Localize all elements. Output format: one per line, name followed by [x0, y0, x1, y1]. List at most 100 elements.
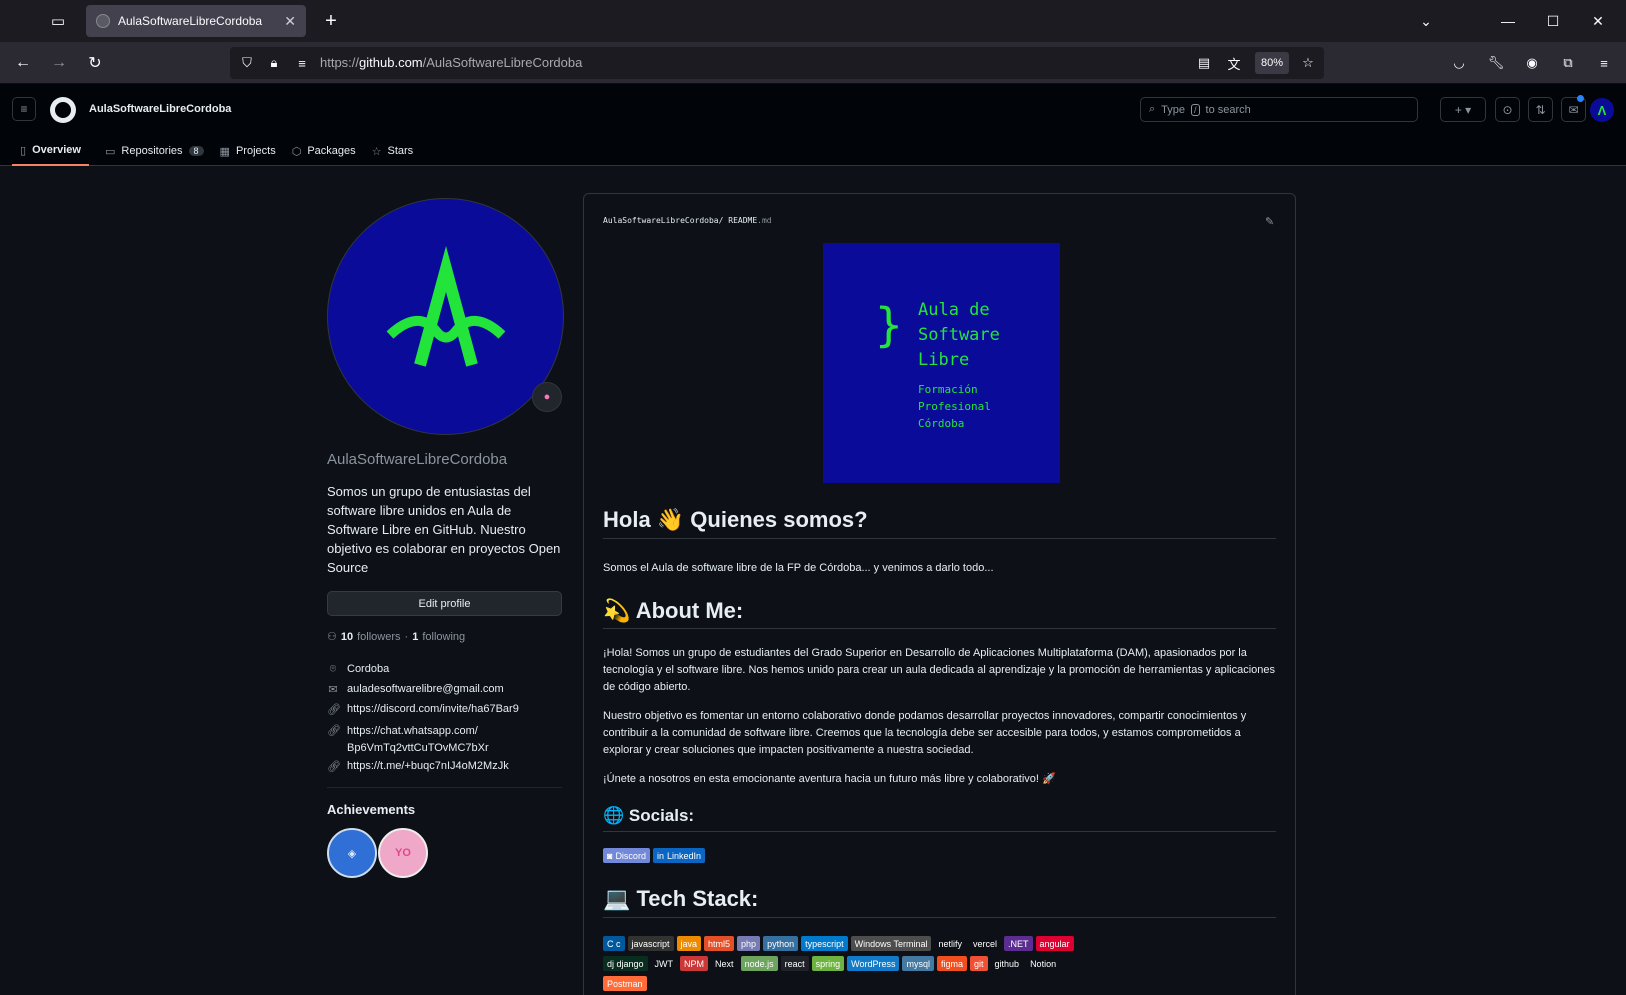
browser-tab[interactable]: AulaSoftwareLibreCordoba ✕ [86, 5, 306, 37]
tech-badge[interactable]: WordPress [847, 956, 900, 971]
tech-badge[interactable]: node.js [740, 956, 778, 971]
create-new-button[interactable]: + ▾ [1440, 97, 1486, 122]
achievement-yolo-icon[interactable]: YO [378, 828, 428, 878]
tech-badge[interactable]: github [990, 956, 1024, 971]
location-icon: ⌾ [329, 663, 337, 675]
heading-about: 💫 About Me: [603, 598, 744, 623]
translate-icon[interactable]: 文 [1224, 53, 1244, 73]
socials-badges: ◙ Discord in LinkedIn [603, 848, 705, 863]
linkedin-badge[interactable]: in LinkedIn [652, 848, 705, 863]
profile-username: AulaSoftwareLibreCordoba [327, 451, 508, 468]
profile-bio: Somos un grupo de entusiastas del softwa… [327, 484, 561, 575]
reload-icon[interactable]: ↻ [81, 49, 109, 77]
achievements-title: Achievements [327, 802, 416, 817]
tech-badge[interactable]: mysql [902, 956, 934, 971]
tech-badge[interactable]: Windows Terminal [850, 936, 932, 951]
lock-icon[interactable]: 🔒︎ [264, 53, 284, 73]
tab-list-icon[interactable]: ▭ [40, 8, 76, 34]
tech-badge[interactable]: netlify [934, 936, 966, 951]
tech-badge[interactable]: dj django [603, 956, 648, 971]
divider [603, 917, 1276, 918]
divider [603, 538, 1276, 539]
tech-badge[interactable]: python [763, 936, 799, 951]
list-all-tabs-icon[interactable]: ⌄ [1411, 8, 1441, 34]
tech-badge[interactable]: vercel [969, 936, 1002, 951]
close-tab-icon[interactable]: ✕ [284, 13, 296, 30]
tech-badge[interactable]: NPM [680, 956, 709, 971]
new-tab-icon[interactable]: + [318, 8, 344, 34]
status-emoji-icon[interactable]: ● [532, 382, 562, 412]
close-window-icon[interactable]: ✕ [1583, 8, 1613, 34]
tech-badge[interactable]: react [780, 956, 809, 971]
tab-stars[interactable]: ☆ Stars [364, 136, 422, 166]
tech-badge[interactable]: Postman [603, 976, 647, 991]
tech-badge[interactable]: spring [811, 956, 845, 971]
tech-badge[interactable]: figma [937, 956, 968, 971]
permissions-icon[interactable]: ≡ [292, 53, 312, 73]
tech-badge[interactable]: javascript [627, 936, 674, 951]
achievement-shark-icon[interactable]: ◈ [327, 828, 377, 878]
reader-view-icon[interactable]: ▤ [1194, 53, 1214, 73]
profile-link-telegram[interactable]: 🔗︎ https://t.me/+buqc7nIJ4oM2MzJk [327, 760, 509, 773]
tech-badge[interactable]: angular [1035, 936, 1074, 951]
heading-tech-stack: 💻 Tech Stack: [603, 886, 759, 911]
url-text[interactable]: https://github.com/AulaSoftwareLibreCord… [320, 55, 582, 70]
readme-path: AulaSoftwareLibreCordoba/ README.md [603, 216, 772, 225]
tab-projects[interactable]: ▦ Projects [212, 136, 284, 166]
tech-badge[interactable]: git [970, 956, 988, 971]
following-link[interactable]: following [422, 631, 465, 643]
discord-badge[interactable]: ◙ Discord [603, 848, 650, 863]
tech-badge[interactable]: Next [711, 956, 738, 971]
profile-link-discord[interactable]: 🔗︎ https://discord.com/invite/ha67Bar9 [327, 703, 519, 716]
profile-email[interactable]: ✉ auladesoftwarelibre@gmail.com [327, 683, 503, 696]
github-logo-icon[interactable] [50, 97, 76, 123]
shield-icon[interactable]: ⛉ [237, 53, 257, 73]
tech-badge[interactable]: Notion [1026, 956, 1061, 971]
bookmark-star-icon[interactable]: ☆ [1298, 53, 1318, 73]
back-icon[interactable]: ← [9, 49, 37, 77]
tech-badge[interactable]: java [676, 936, 702, 951]
followers-link[interactable]: followers [357, 631, 400, 643]
tab-overview[interactable]: ▯ Overview [12, 136, 89, 166]
tech-badge[interactable]: C c [603, 936, 625, 951]
tech-badge[interactable]: php [737, 936, 761, 951]
discord-icon: ◙ [607, 850, 613, 861]
heading-hola: Hola 👋 Quienes somos? [603, 507, 868, 532]
heading-socials: 🌐 Socials: [603, 806, 695, 825]
tech-badge[interactable]: html5 [704, 936, 735, 951]
linkedin-icon: in [656, 850, 664, 861]
tab-repositories[interactable]: ▭ Repositories 8 [97, 136, 212, 166]
zoom-level[interactable]: 80% [1255, 52, 1289, 74]
search-input[interactable]: ⌕ Type / to search [1140, 97, 1418, 122]
tech-badge[interactable]: typescript [801, 936, 848, 951]
tech-badge[interactable]: .NET [1004, 936, 1033, 951]
edit-profile-button[interactable]: Edit profile [327, 591, 562, 616]
forward-icon[interactable]: → [45, 49, 73, 77]
maximize-icon[interactable]: ☐ [1538, 8, 1568, 34]
pocket-icon[interactable]: ◡ [1449, 53, 1469, 73]
star-icon: ☆ [371, 145, 382, 158]
hamburger-menu-icon[interactable]: ≡ [12, 97, 36, 121]
profile-avatar[interactable] [327, 198, 564, 435]
wrench-icon[interactable]: 🔧︎ [1486, 53, 1506, 73]
logo-title: Aula de Software Libre [918, 300, 1000, 370]
people-icon: ⚇ [327, 631, 337, 643]
tech-badge[interactable]: JWT [650, 956, 678, 971]
extensions-icon[interactable]: ⧉ [1558, 53, 1578, 73]
pull-requests-icon[interactable]: ⇅ [1528, 97, 1553, 122]
user-avatar[interactable]: Λ [1590, 98, 1614, 122]
pencil-icon[interactable]: ✎ [1265, 215, 1274, 228]
menu-icon[interactable]: ≡ [1594, 53, 1614, 73]
tech-badges-row-1: C c javascript java html5 php python typescrip… [603, 936, 1283, 951]
minimize-icon[interactable]: — [1493, 8, 1523, 34]
tab-packages[interactable]: ⬡ Packages [284, 136, 364, 166]
account-icon[interactable]: ◉ [1522, 53, 1542, 73]
org-name[interactable]: AulaSoftwareLibreCordoba [89, 103, 231, 115]
tech-badges-row-3: Postman [603, 976, 1283, 991]
issues-icon[interactable]: ⊙ [1495, 97, 1520, 122]
book-icon: ▯ [20, 144, 27, 157]
intro-text: Somos el Aula de software libre de la FP… [603, 562, 994, 574]
profile-link-whatsapp[interactable]: 🔗︎ https://chat.whatsapp.com/Bp6VmTq2vtt… [327, 723, 489, 757]
package-icon: ⬡ [291, 145, 302, 158]
github-favicon-icon [96, 14, 110, 28]
